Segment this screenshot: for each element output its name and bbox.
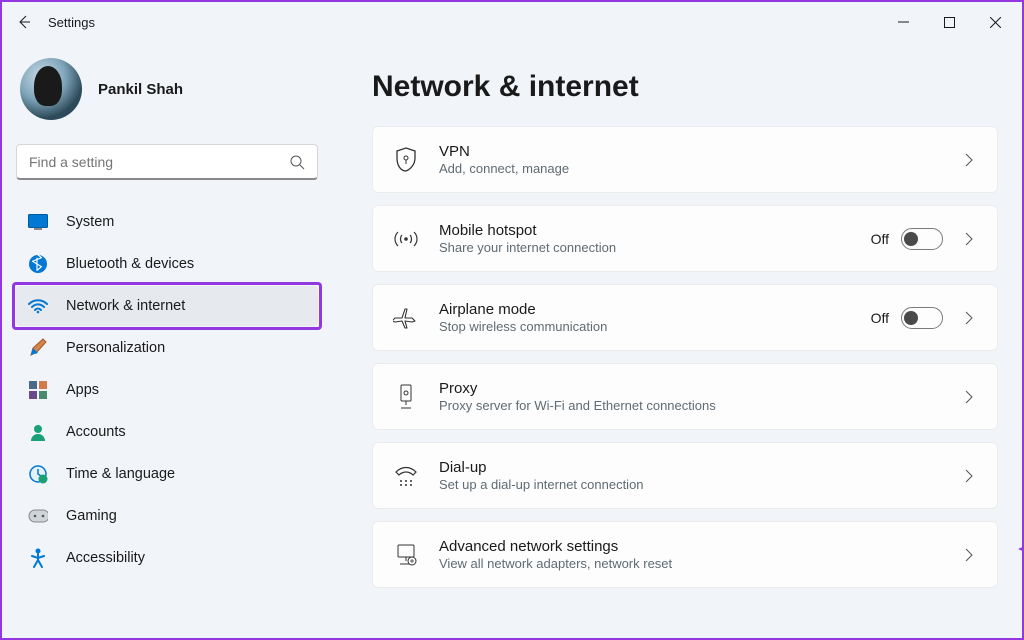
sidebar-item-label: Accessibility <box>66 550 145 566</box>
sidebar-item-label: Apps <box>66 382 99 398</box>
airplane-icon <box>393 305 419 331</box>
chevron-right-icon <box>961 152 977 168</box>
maximize-icon <box>944 17 955 28</box>
sidebar-item-label: System <box>66 214 114 230</box>
system-icon <box>28 212 48 232</box>
proxy-icon <box>393 384 419 410</box>
card-title: Mobile hotspot <box>439 222 871 239</box>
personalization-icon <box>28 338 48 358</box>
maximize-button[interactable] <box>926 6 972 38</box>
advanced-network-icon <box>393 542 419 568</box>
sidebar-item-label: Personalization <box>66 340 165 356</box>
card-desc: View all network adapters, network reset <box>439 556 961 571</box>
card-title: Proxy <box>439 380 961 397</box>
apps-icon <box>28 380 48 400</box>
gaming-icon <box>28 506 48 526</box>
sidebar-item-label: Bluetooth & devices <box>66 256 194 272</box>
card-vpn[interactable]: VPNAdd, connect, manage <box>372 126 998 193</box>
card-desc: Add, connect, manage <box>439 161 961 176</box>
sidebar-item-time-language[interactable]: Time & language <box>16 454 318 494</box>
accessibility-icon <box>28 548 48 568</box>
nav-list: System Bluetooth & devices Network & int… <box>16 202 318 578</box>
search-box[interactable] <box>16 144 318 180</box>
wifi-icon <box>28 296 48 316</box>
window-title: Settings <box>48 15 95 30</box>
card-title: Airplane mode <box>439 301 871 318</box>
card-proxy[interactable]: ProxyProxy server for Wi-Fi and Ethernet… <box>372 363 998 430</box>
bluetooth-icon <box>28 254 48 274</box>
close-icon <box>990 17 1001 28</box>
profile-block[interactable]: Pankil Shah <box>16 52 318 144</box>
close-button[interactable] <box>972 6 1018 38</box>
sidebar-item-label: Network & internet <box>66 298 185 314</box>
user-name: Pankil Shah <box>98 81 183 98</box>
search-input[interactable] <box>29 154 289 170</box>
search-icon <box>289 154 305 170</box>
sidebar-item-label: Accounts <box>66 424 126 440</box>
card-title: Dial-up <box>439 459 961 476</box>
dial-up-icon <box>393 463 419 489</box>
sidebar-item-accessibility[interactable]: Accessibility <box>16 538 318 578</box>
chevron-right-icon <box>961 231 977 247</box>
chevron-right-icon <box>961 310 977 326</box>
card-desc: Set up a dial-up internet connection <box>439 477 961 492</box>
airplane-toggle[interactable] <box>901 307 943 329</box>
card-airplane-mode[interactable]: Airplane modeStop wireless communication… <box>372 284 998 351</box>
card-dial-up[interactable]: Dial-upSet up a dial-up internet connect… <box>372 442 998 509</box>
avatar <box>20 58 82 120</box>
card-desc: Proxy server for Wi-Fi and Ethernet conn… <box>439 398 961 413</box>
vpn-icon <box>393 147 419 173</box>
sidebar-item-system[interactable]: System <box>16 202 318 242</box>
main-content: Network & internet VPNAdd, connect, mana… <box>332 42 1022 638</box>
back-button[interactable] <box>6 4 42 40</box>
sidebar: Pankil Shah System Bluetooth & devices N… <box>2 42 332 638</box>
sidebar-item-gaming[interactable]: Gaming <box>16 496 318 536</box>
card-mobile-hotspot[interactable]: Mobile hotspotShare your internet connec… <box>372 205 998 272</box>
sidebar-item-network[interactable]: Network & internet <box>16 286 318 326</box>
card-desc: Stop wireless communication <box>439 319 871 334</box>
card-title: Advanced network settings <box>439 538 961 555</box>
time-language-icon <box>28 464 48 484</box>
card-advanced-network-settings[interactable]: Advanced network settingsView all networ… <box>372 521 998 588</box>
sidebar-item-bluetooth[interactable]: Bluetooth & devices <box>16 244 318 284</box>
toggle-state-label: Off <box>871 231 889 247</box>
sidebar-item-personalization[interactable]: Personalization <box>16 328 318 368</box>
highlight-annotation: Network & internet <box>12 282 322 330</box>
sidebar-item-label: Time & language <box>66 466 175 482</box>
card-title: VPN <box>439 143 961 160</box>
chevron-right-icon <box>961 547 977 563</box>
arrow-annotation <box>1013 522 1022 587</box>
sidebar-item-accounts[interactable]: Accounts <box>16 412 318 452</box>
minimize-button[interactable] <box>880 6 926 38</box>
chevron-right-icon <box>961 389 977 405</box>
sidebar-item-apps[interactable]: Apps <box>16 370 318 410</box>
page-title: Network & internet <box>372 70 998 104</box>
hotspot-toggle[interactable] <box>901 228 943 250</box>
card-desc: Share your internet connection <box>439 240 871 255</box>
minimize-icon <box>898 17 909 28</box>
toggle-state-label: Off <box>871 310 889 326</box>
titlebar: Settings <box>2 2 1022 42</box>
hotspot-icon <box>393 226 419 252</box>
chevron-right-icon <box>961 468 977 484</box>
accounts-icon <box>28 422 48 442</box>
arrow-left-icon <box>16 14 32 30</box>
sidebar-item-label: Gaming <box>66 508 117 524</box>
